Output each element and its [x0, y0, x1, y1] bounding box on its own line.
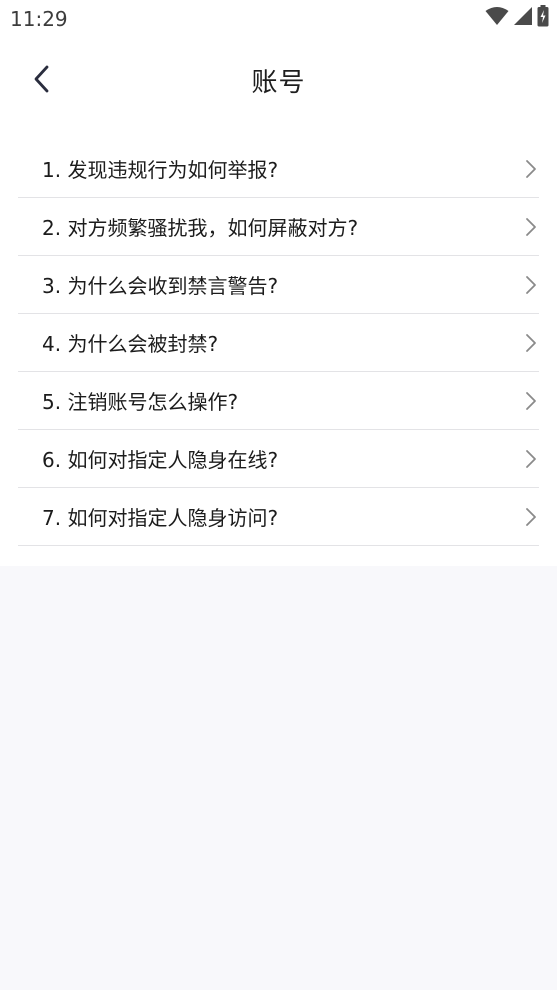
faq-item-label: 1. 发现违规行为如何举报?: [42, 158, 279, 182]
chevron-right-icon: [523, 448, 539, 470]
faq-list: 1. 发现违规行为如何举报? 2. 对方频繁骚扰我，如何屏蔽对方? 3. 为什么…: [18, 140, 539, 546]
cellular-signal-icon: [513, 6, 533, 30]
faq-item-label: 2. 对方频繁骚扰我，如何屏蔽对方?: [42, 216, 359, 240]
faq-item[interactable]: 3. 为什么会收到禁言警告?: [18, 256, 539, 314]
status-icons: [485, 5, 549, 31]
chevron-right-icon: [523, 158, 539, 180]
faq-item[interactable]: 5. 注销账号怎么操作?: [18, 372, 539, 430]
status-bar: 11:29: [0, 0, 557, 38]
screen: 11:29 账号 1. 发现违规行为如何举报? 2. 对方频繁骚扰我，如何屏蔽对…: [0, 0, 557, 990]
faq-item[interactable]: 1. 发现违规行为如何举报?: [18, 140, 539, 198]
faq-item[interactable]: 2. 对方频繁骚扰我，如何屏蔽对方?: [18, 198, 539, 256]
chevron-right-icon: [523, 274, 539, 296]
faq-item[interactable]: 6. 如何对指定人隐身在线?: [18, 430, 539, 488]
chevron-right-icon: [523, 332, 539, 354]
status-time: 11:29: [10, 7, 68, 31]
faq-item-label: 5. 注销账号怎么操作?: [42, 390, 239, 414]
app-header: 账号: [0, 48, 557, 114]
faq-item-label: 7. 如何对指定人隐身访问?: [42, 506, 279, 530]
battery-charging-icon: [537, 5, 549, 31]
faq-item[interactable]: 7. 如何对指定人隐身访问?: [18, 488, 539, 546]
faq-item-label: 6. 如何对指定人隐身在线?: [42, 448, 279, 472]
chevron-right-icon: [523, 216, 539, 238]
faq-item-label: 4. 为什么会被封禁?: [42, 332, 219, 356]
faq-item[interactable]: 4. 为什么会被封禁?: [18, 314, 539, 372]
chevron-right-icon: [523, 506, 539, 528]
faq-item-label: 3. 为什么会收到禁言警告?: [42, 274, 279, 298]
wifi-icon: [485, 6, 509, 30]
page-title: 账号: [251, 68, 306, 98]
chevron-right-icon: [523, 390, 539, 412]
